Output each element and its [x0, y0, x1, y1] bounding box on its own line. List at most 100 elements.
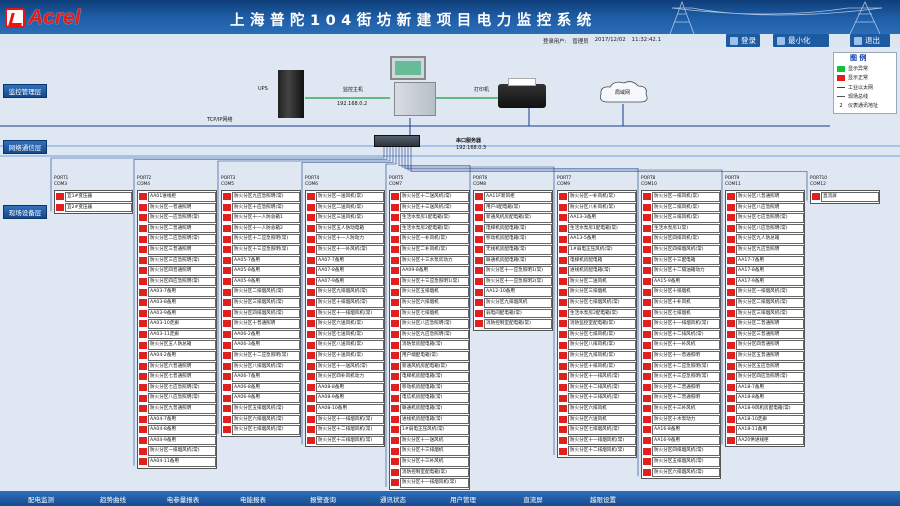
device-name[interactable]: 防火分区十补风机 [652, 298, 720, 308]
status-indicator[interactable] [307, 299, 315, 307]
device-name[interactable]: 防火分区三普通照明 [148, 245, 216, 255]
device-name[interactable]: 消防泵房配电箱(常) [400, 340, 469, 350]
device-name[interactable]: 直流屏 [821, 192, 879, 202]
device-item[interactable]: AA04-2备用 [139, 351, 216, 361]
device-name[interactable]: 防火分区十排风机(常) [568, 361, 636, 372]
status-indicator[interactable] [643, 256, 651, 264]
device-name[interactable]: 防火分区十三排烟风机(常) [316, 435, 384, 446]
device-item[interactable]: 防火分区十二普通照明 [643, 382, 720, 393]
status-indicator[interactable] [223, 341, 231, 349]
device-item[interactable]: 防火分区七排烟机 [391, 308, 469, 319]
device-item[interactable]: 防火分区十一送风机 [391, 435, 469, 446]
device-name[interactable]: AA04-8备用 [148, 425, 216, 435]
device-item[interactable]: 防火分区二普通照明 [139, 223, 216, 234]
status-indicator[interactable] [475, 203, 483, 211]
status-indicator[interactable] [727, 299, 735, 307]
device-name[interactable]: 防火分区二送风机(常) [316, 202, 384, 213]
device-item[interactable]: 防火分区九应急照明(常) [223, 192, 300, 202]
device-item[interactable]: AA17-9备用 [727, 276, 804, 287]
device-item[interactable]: 防火分区八排风机(常) [559, 340, 636, 350]
device-item[interactable]: AA03-11走廊 [139, 329, 216, 340]
status-indicator[interactable] [559, 447, 567, 455]
status-indicator[interactable] [559, 373, 567, 381]
device-item[interactable]: AA07-7备用 [307, 255, 384, 266]
device-item[interactable]: AA08-9备用 [307, 393, 384, 403]
device-name[interactable]: 防火分区十二普通照明 [652, 393, 720, 403]
device-item[interactable]: 防火分区九排烟风机(常) [307, 287, 384, 297]
device-name[interactable]: 防火分区十一排烟风机(常) [316, 308, 384, 319]
device-item[interactable]: AA04-11备用 [139, 457, 216, 467]
status-indicator[interactable] [307, 203, 315, 211]
device-name[interactable]: 防火分区七排风机(常) [568, 329, 636, 340]
status-indicator[interactable] [139, 193, 147, 201]
status-indicator[interactable] [223, 362, 231, 370]
device-item[interactable]: 防火分区二普通照明 [727, 319, 804, 329]
device-name[interactable]: 防火分区十二排烟风机(常) [316, 425, 384, 435]
status-indicator[interactable] [307, 256, 315, 264]
device-item[interactable]: 防火分区四排烟风机(常) [643, 446, 720, 456]
device-name[interactable]: AA04-11备用 [148, 457, 216, 467]
status-indicator[interactable] [391, 267, 399, 275]
device-name[interactable]: 防火分区三排风机(常) [652, 213, 720, 223]
device-name[interactable]: 消防控制室配电箱(常) [484, 319, 552, 329]
device-name[interactable]: 防火分区十二隔油箱动力 [652, 266, 720, 276]
device-item[interactable]: 防火分区十排烟风机(常) [307, 298, 384, 308]
device-name[interactable]: 防火分区九人防总箱 [736, 234, 804, 244]
device-name[interactable]: AA03-10走廊 [148, 319, 216, 329]
status-indicator[interactable] [391, 352, 399, 360]
device-name[interactable]: AA04-7备用 [148, 414, 216, 425]
status-indicator[interactable] [223, 309, 231, 317]
device-name[interactable]: 防火分区八普通照明 [736, 192, 804, 202]
status-indicator[interactable] [643, 341, 651, 349]
device-name[interactable]: 防火分区二补风机(常) [400, 245, 469, 255]
device-item[interactable]: 防火分区六排烟风机(常) [223, 414, 300, 425]
status-indicator[interactable] [391, 415, 399, 423]
tab-1[interactable]: 趋势曲线 [80, 491, 146, 506]
device-item[interactable]: 防火分区十二应急照明(常) [223, 234, 300, 244]
status-indicator[interactable] [223, 352, 231, 360]
status-indicator[interactable] [643, 193, 651, 201]
device-name[interactable]: 防火分区九普通照明 [148, 404, 216, 414]
status-indicator[interactable] [391, 288, 399, 296]
device-name[interactable]: AA05-8备用 [232, 266, 300, 276]
device-name[interactable]: AA03-8备用 [148, 298, 216, 308]
status-indicator[interactable] [307, 278, 315, 286]
status-indicator[interactable] [727, 193, 735, 201]
device-item[interactable]: 防火分区三排风机(常) [643, 213, 720, 223]
device-name[interactable]: 防火分区八应急照明(常) [148, 393, 216, 403]
device-item[interactable]: 电梯机房配电箱 [559, 255, 636, 266]
device-name[interactable]: AA08-8备用 [316, 382, 384, 393]
status-indicator[interactable] [223, 288, 231, 296]
status-indicator[interactable] [139, 447, 147, 455]
device-name[interactable]: 防火分区七排烟风机(常) [232, 425, 300, 435]
device-item[interactable]: 防火分区一补风机(常) [391, 234, 469, 244]
status-indicator[interactable] [559, 384, 567, 392]
device-item[interactable]: 防火分区四普通照明 [727, 340, 804, 350]
device-name[interactable]: AA15-9备用 [652, 276, 720, 287]
device-name[interactable]: 防火分区七排烟风机(常) [568, 298, 636, 308]
device-name[interactable]: 防火分区六排烟风机(常) [232, 414, 300, 425]
device-name[interactable]: 防火分区十一送风机 [400, 435, 469, 446]
device-name[interactable]: 防火分区四普通照明 [736, 340, 804, 350]
device-item[interactable]: AA06-7备用 [223, 372, 300, 382]
device-name[interactable]: AA06-9备用 [232, 393, 300, 403]
status-indicator[interactable] [643, 203, 651, 211]
status-indicator[interactable] [391, 278, 399, 286]
device-item[interactable]: 防火分区三排烟风机(常) [223, 298, 300, 308]
device-name[interactable]: 防火分区四补风机动力 [316, 372, 384, 382]
status-indicator[interactable] [727, 373, 735, 381]
device-name[interactable]: 防火分区三排烟风机(常) [232, 298, 300, 308]
device-name[interactable]: 防火分区十一排风机(常) [568, 372, 636, 382]
status-indicator[interactable] [727, 278, 735, 286]
device-item[interactable]: 防火分区八普通照明 [727, 192, 804, 202]
status-indicator[interactable] [391, 447, 399, 455]
device-item[interactable]: 防火分区十三排烟风机(常) [307, 435, 384, 446]
device-item[interactable]: 防火分区十一普通照明 [643, 351, 720, 361]
device-name[interactable]: 防火分区八排烟风机(常) [232, 361, 300, 372]
device-item[interactable]: 防火分区一送风机(常) [307, 192, 384, 202]
status-indicator[interactable] [139, 405, 147, 413]
device-name[interactable]: AA17-9备用 [736, 276, 804, 287]
device-name[interactable]: AA04-9备用 [148, 435, 216, 446]
device-name[interactable]: AA07-7备用 [316, 255, 384, 266]
device-name[interactable]: AA20供进线柜 [736, 435, 804, 446]
